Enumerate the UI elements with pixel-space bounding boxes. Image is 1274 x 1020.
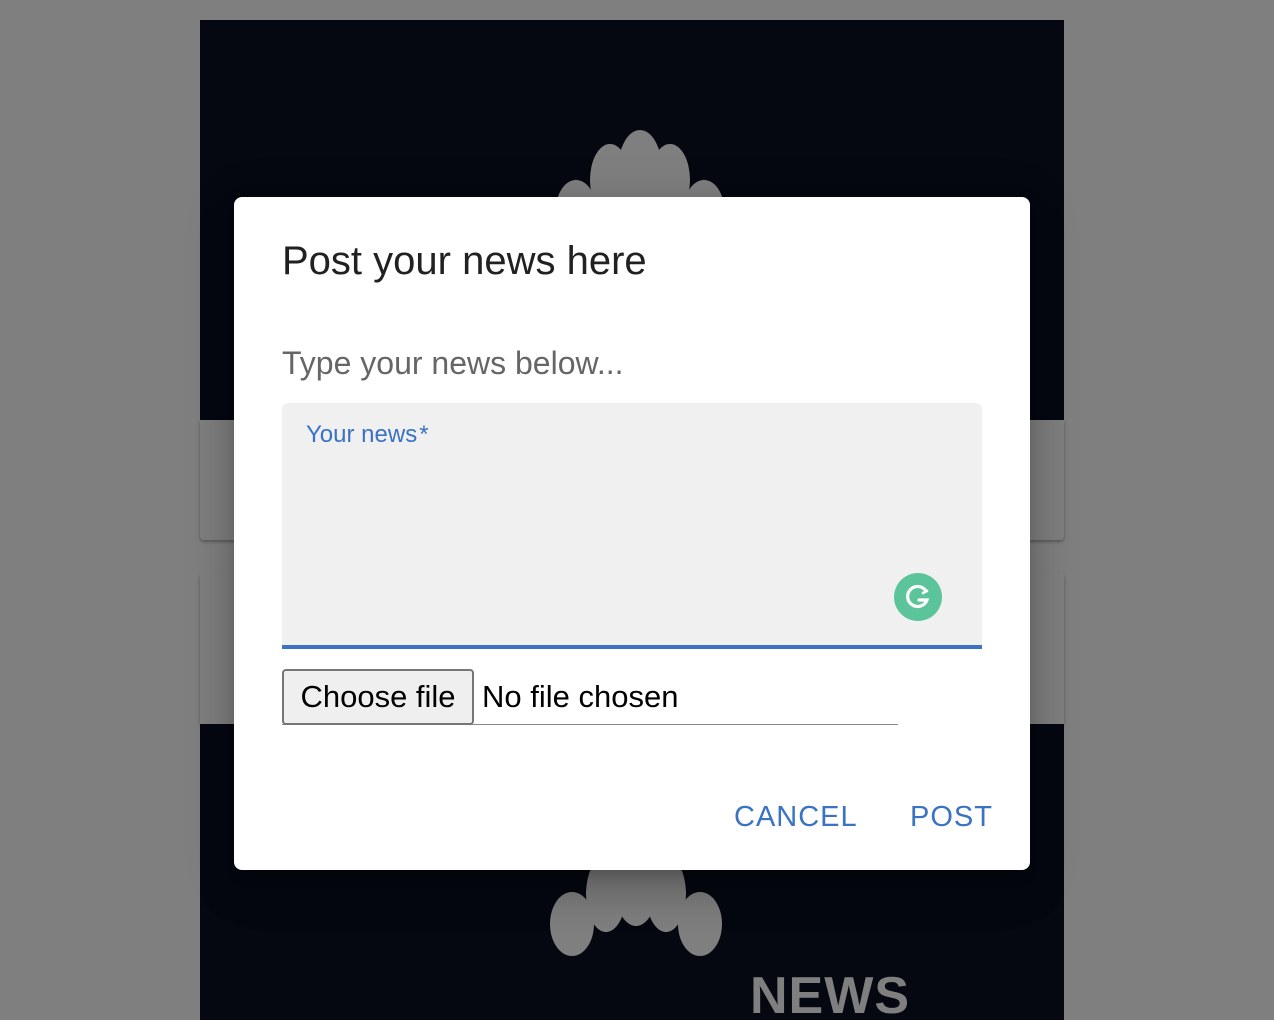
news-textarea[interactable] bbox=[306, 461, 870, 625]
grammarly-g-icon bbox=[906, 584, 930, 609]
dialog-title: Post your news here bbox=[282, 239, 647, 283]
choose-file-button[interactable]: Choose file bbox=[282, 669, 474, 725]
required-marker: * bbox=[419, 421, 429, 448]
dialog-instruction: Type your news below... bbox=[282, 345, 624, 381]
news-field-label: Your news * bbox=[306, 421, 429, 448]
cancel-button[interactable]: CANCEL bbox=[734, 793, 858, 841]
post-button[interactable]: POST bbox=[910, 793, 993, 841]
grammarly-icon[interactable] bbox=[894, 573, 942, 621]
file-upload-input[interactable]: Choose file No file chosen bbox=[282, 669, 898, 725]
post-news-dialog: Post your news here Type your news below… bbox=[234, 197, 1030, 870]
file-status-text: No file chosen bbox=[482, 679, 679, 714]
dialog-actions: CANCEL POST bbox=[234, 793, 1030, 841]
news-text-field[interactable]: Your news * bbox=[282, 403, 982, 649]
